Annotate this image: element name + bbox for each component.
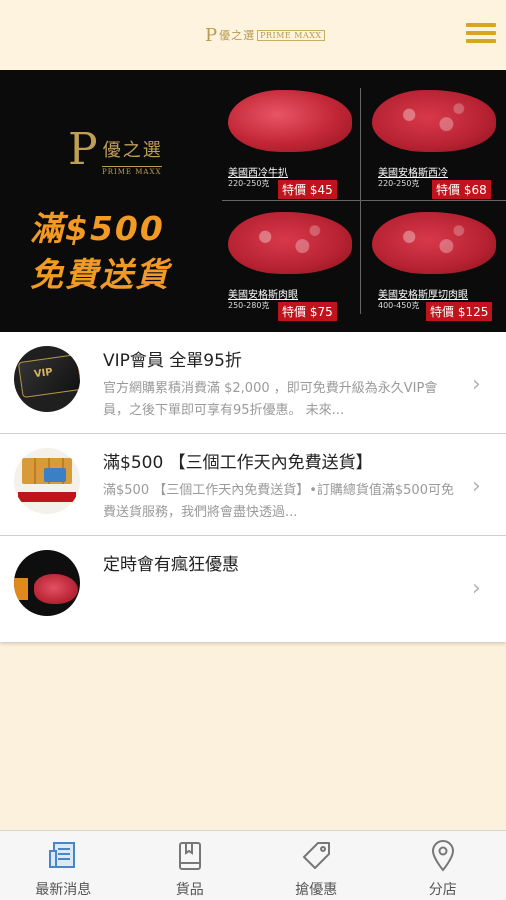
app-header: P 優之選 PRIME MAXX [0, 0, 506, 70]
news-item-free-delivery[interactable]: 滿$500 【三個工作天內免費送貨】 滿$500 【三個工作天內免費送貨】•訂購… [0, 434, 506, 536]
logo-chinese-text: 優之選 [219, 29, 256, 42]
product-weight: 220-250克 [228, 179, 270, 188]
hamburger-menu-icon[interactable] [466, 23, 496, 47]
banner-product-2: 美國安格斯西冷 220-250克 特價 $68 [366, 80, 506, 200]
banner-brand-english: PRIME MAXX [102, 166, 162, 176]
app-logo: P 優之選 PRIME MAXX [205, 24, 325, 46]
tab-news[interactable]: 最新消息 [0, 831, 127, 900]
product-name: 美國西冷牛扒 [228, 168, 288, 179]
product-price-badge: 特價 $125 [426, 302, 493, 321]
banner-brand-logo: P 優之選 PRIME MAXX [68, 124, 163, 176]
news-item-crazy-deals[interactable]: 定時會有瘋狂優惠 › [0, 536, 506, 642]
tab-label: 貨品 [175, 882, 204, 898]
banner-product-3: 美國安格斯肉眼 250-280克 特價 $75 [222, 202, 362, 322]
news-title: 定時會有瘋狂優惠 [103, 555, 239, 575]
product-name: 美國安格斯肉眼 [228, 290, 298, 301]
news-thumbnail: VIP [14, 346, 80, 412]
news-description: 官方網購累積消費滿 $2,000 ，即可免費升級為永久VIP會員，之後下單即可享… [103, 381, 438, 418]
banner-brand-chinese: 優之選 [102, 140, 163, 161]
news-thumbnail [14, 550, 80, 616]
chevron-right-icon: › [472, 474, 481, 499]
banner-product-1: 美國西冷牛扒 220-250克 特價 $45 [222, 80, 362, 200]
tab-deals[interactable]: 搶優惠 [253, 831, 380, 900]
logo-english-text: PRIME MAXX [257, 29, 325, 41]
banner-divider-horizontal [222, 200, 506, 201]
tab-label: 搶優惠 [295, 882, 338, 898]
product-name: 美國安格斯西冷 [378, 168, 448, 179]
product-price-badge: 特價 $45 [278, 180, 337, 199]
product-name: 美國安格斯厚切肉眼 [378, 290, 468, 301]
news-title: VIP會員 全單95折 [103, 351, 242, 371]
news-item-vip[interactable]: VIP VIP會員 全單95折 官方網購累積消費滿 $2,000 ，即可免費升級… [0, 332, 506, 434]
chevron-right-icon: › [472, 576, 481, 601]
logo-mark: P [205, 24, 218, 46]
steak-image [372, 90, 496, 152]
product-weight: 250-280克 [228, 301, 270, 310]
banner-promo-line1: 滿$500 [30, 209, 165, 248]
banner-brand-mark: P [68, 124, 98, 175]
book-icon [178, 842, 201, 870]
steak-image [228, 90, 352, 152]
product-weight: 400-450克 [378, 301, 420, 310]
product-price-badge: 特價 $68 [432, 180, 491, 199]
tag-icon [303, 842, 331, 869]
promo-banner[interactable]: P 優之選 PRIME MAXX 滿$500 免費送貨 美國西冷牛扒 220-2… [0, 70, 506, 332]
banner-promo-line2: 免費送貨 [30, 255, 170, 294]
news-icon [49, 842, 76, 868]
tab-branches[interactable]: 分店 [380, 831, 506, 900]
banner-product-4: 美國安格斯厚切肉眼 400-450克 特價 $125 [366, 202, 506, 322]
tab-label: 分店 [428, 882, 457, 898]
news-thumbnail [14, 448, 80, 514]
product-weight: 220-250克 [378, 179, 420, 188]
steak-image [372, 212, 496, 274]
chevron-right-icon: › [472, 372, 481, 397]
news-list: VIP VIP會員 全單95折 官方網購累積消費滿 $2,000 ，即可免費升級… [0, 332, 506, 642]
steak-image [228, 212, 352, 274]
news-description: 滿$500 【三個工作天內免費送貨】•訂購總貨值滿$500可免費送貨服務，我們將… [103, 483, 454, 520]
bottom-tab-bar: 最新消息 貨品 搶優惠 分店 [0, 830, 506, 900]
tab-label: 最新消息 [35, 882, 92, 898]
news-title: 滿$500 【三個工作天內免費送貨】 [103, 453, 373, 473]
tab-products[interactable]: 貨品 [127, 831, 254, 900]
location-pin-icon [431, 840, 454, 872]
product-price-badge: 特價 $75 [278, 302, 337, 321]
